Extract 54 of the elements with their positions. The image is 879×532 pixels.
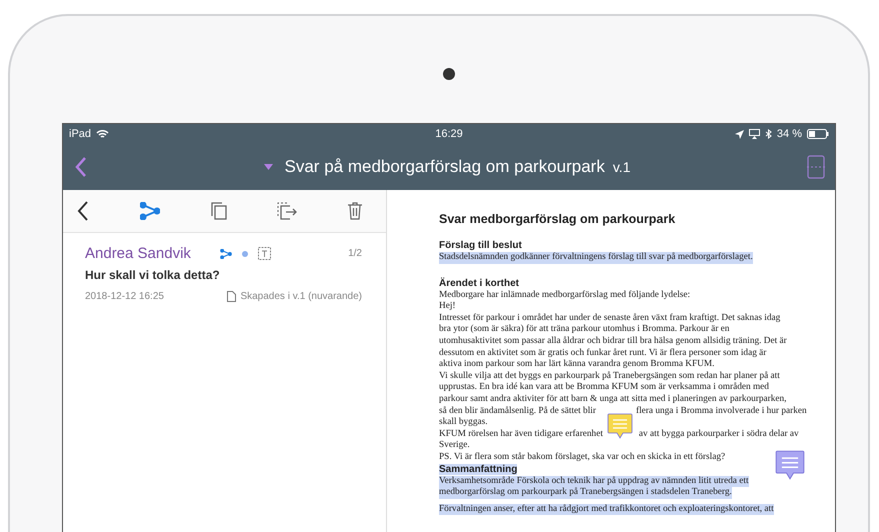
- section-heading: Sammanfattning: [439, 464, 518, 474]
- section-heading: Ärendet i korthet: [439, 278, 520, 289]
- document-text: flera unga i Bromma involverade i hur parken: [636, 406, 807, 418]
- status-dot-icon: [242, 250, 248, 256]
- section-heading: Förslag till beslut: [439, 240, 522, 251]
- trash-icon[interactable]: [348, 202, 362, 220]
- page-frame-icon[interactable]: [807, 155, 825, 179]
- document-text: aktiva inom parkour som har lärt känna varandra genom Bromma KFUM.: [439, 359, 714, 371]
- text-box-icon: [258, 247, 271, 260]
- branch-icon: [220, 248, 232, 258]
- document-text: PS. Vi är flera som står bakom förslaget, ska var och en skicka in ett förslag?: [439, 452, 726, 464]
- document-text: Sverige.: [439, 440, 470, 452]
- document-text: Verksamhetsområde Förskola och teknik har på uppdrag av nämnden litit utreda ett: [439, 476, 749, 488]
- document-text: Hej!: [439, 301, 456, 313]
- copy-icon[interactable]: [210, 202, 226, 220]
- version-note: Skapades i v.1 (nuvarande): [240, 291, 362, 302]
- document-text: parkour samt andra aktiviter för att barn & unga att sitta med i planeringen av parkourparken,: [439, 394, 786, 406]
- document-text: Vi skulle vilja att det byggs en parkourpark på Tranebergsängen som redan har planer på att: [439, 370, 780, 382]
- version-label: v.1: [612, 159, 630, 175]
- document-text: KFUM rörelsen har även tidigare erfarenhet: [439, 428, 603, 440]
- device-name: iPad: [69, 128, 92, 140]
- document-heading: Svar medborgarförslag om parkourpark: [439, 212, 676, 226]
- document-text: utomhusaktivitet som passar alla åldrar och bidrar till bra hälsa genom allsidig träning. Det är: [439, 336, 787, 348]
- battery-percent: 34 %: [776, 128, 802, 140]
- document-text: så den blir ändamålsenlig. På de sättet blir: [439, 406, 596, 418]
- document-text: dessutom en aktivitet som är gratis och funkar året runt. Vi är flera personer som idag är: [439, 348, 766, 360]
- comment-text: Hur skall vi tolka detta?: [85, 268, 221, 282]
- comment-date: 2018-12-12 16:25: [85, 291, 164, 302]
- document-text: av att bygga parkourparker i södra delar av: [638, 428, 799, 440]
- document-title: Svar på medborgarförslag om parkourpark: [284, 157, 605, 177]
- comment-note-icon[interactable]: [775, 450, 806, 480]
- battery-icon: [807, 129, 829, 139]
- document-text: Medborgare har inlämnade medborgarförslag med följande lydelse:: [439, 290, 690, 302]
- document-text: Intresset för parkour i området har under de senaste åren växt fram kraftigt. Det saknas idag: [439, 312, 780, 324]
- bluetooth-icon: [764, 129, 772, 139]
- document-text: medborgarförslag om parkourpark på Tranebergsängen i stadsdelen Traneberg.: [439, 487, 732, 499]
- clock-time: 16:29: [435, 128, 463, 140]
- move-icon[interactable]: [277, 202, 298, 220]
- document-icon: [227, 291, 236, 302]
- wifi-icon: [96, 129, 110, 139]
- comment-author: Andrea Sandvik: [85, 245, 192, 262]
- document-text: Stadsdelsnämnden godkänner förvaltningens förslag till svar på medborgarförslaget.: [439, 252, 753, 264]
- document-text: bra ytor (som är säkra) för att träna parkour utomhus i Bromma. Parkour är en: [439, 324, 730, 336]
- comment-note-icon[interactable]: [606, 412, 633, 439]
- document-text: skall byggas.: [439, 417, 488, 429]
- document-text: upprustas. En bra idé kan vara att be Bromma KFUM som är verksamma i områden med: [439, 382, 769, 394]
- camera-dot: [443, 68, 455, 80]
- comment-count: 1/2: [348, 248, 362, 259]
- dropdown-caret-icon[interactable]: [264, 164, 273, 170]
- branch-icon[interactable]: [140, 202, 160, 220]
- document-text: Förvaltningen anser, efter att ha rådgjort med trafikkontoret och exploateringskontoret, att: [439, 504, 774, 516]
- location-icon: [734, 130, 744, 138]
- airplay-icon: [748, 129, 760, 139]
- back-icon[interactable]: [77, 201, 89, 221]
